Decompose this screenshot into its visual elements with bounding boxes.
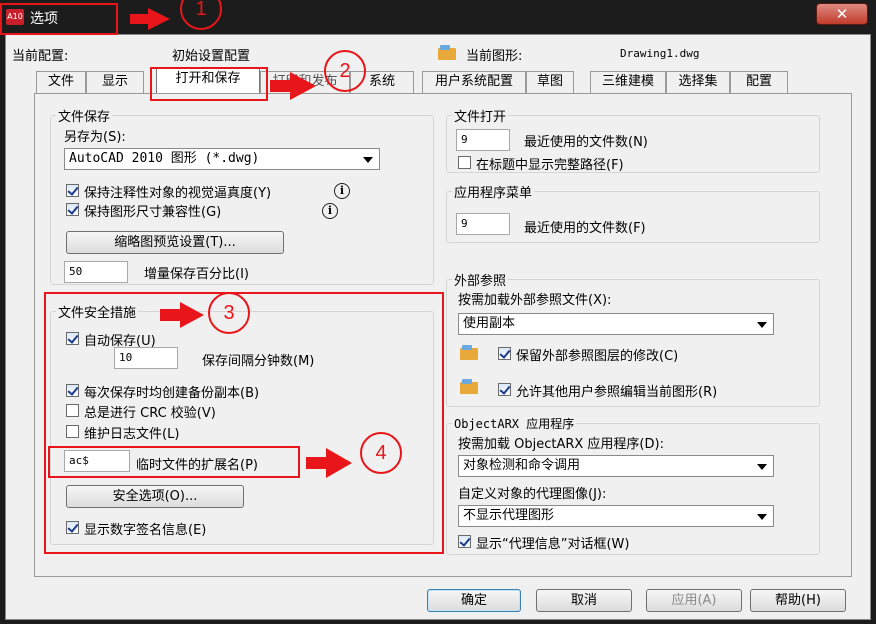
chevron-down-icon: [757, 322, 767, 328]
tab-display[interactable]: 显示: [86, 71, 144, 93]
xref-layer-icon: [460, 345, 478, 360]
cancel-button[interactable]: 取消: [536, 589, 632, 612]
objectarx-title: ObjectARX 应用程序: [452, 415, 577, 432]
full-path-label: 在标题中显示完整路径(F): [476, 158, 624, 173]
xref-edit-icon: [460, 379, 478, 394]
menu-recent-files-input[interactable]: 9: [456, 213, 510, 235]
tab-selection[interactable]: 选择集: [666, 71, 730, 93]
drawing-size-compat-checkbox[interactable]: [66, 203, 79, 216]
proxy-image-value: 不显示代理图形: [463, 508, 555, 523]
tab-drafting[interactable]: 草图: [526, 71, 574, 93]
close-button[interactable]: ✕: [816, 3, 868, 25]
annotation-box-4: [48, 446, 300, 478]
arx-load-value: 对象检测和命令调用: [463, 458, 581, 473]
proxy-image-dropdown[interactable]: 不显示代理图形: [458, 505, 774, 527]
save-as-value: AutoCAD 2010 图形 (*.dwg): [69, 151, 260, 166]
annotation-arrow-4: [306, 448, 352, 478]
file-open-title: 文件打开: [452, 106, 509, 125]
full-path-checkbox[interactable]: [458, 156, 471, 169]
chevron-down-icon: [757, 514, 767, 520]
tab-files[interactable]: 文件: [36, 71, 86, 93]
proxy-image-label: 自定义对象的代理图像(J):: [458, 487, 607, 502]
annotation-circle-2: 2: [324, 50, 366, 92]
recent-files-label: 最近使用的文件数(N): [524, 135, 648, 150]
arx-load-label: 按需加载 ObjectARX 应用程序(D):: [458, 437, 664, 452]
help-button[interactable]: 帮助(H): [750, 589, 846, 612]
drawing-size-compat-label: 保持图形尺寸兼容性(G): [84, 205, 222, 220]
tab-profiles[interactable]: 配置: [730, 71, 788, 93]
annotative-fidelity-checkbox[interactable]: [66, 184, 79, 197]
proxy-dialog-label: 显示“代理信息”对话框(W): [476, 537, 630, 552]
incremental-save-label: 增量保存百分比(I): [144, 267, 249, 282]
current-drawing-value: Drawing1.dwg: [620, 47, 700, 60]
annotation-circle-3: 3: [208, 292, 250, 334]
app-menu-title: 应用程序菜单: [452, 182, 535, 201]
xref-load-label: 按需加载外部参照文件(X):: [458, 293, 612, 308]
xref-load-value: 使用副本: [463, 316, 516, 331]
annotation-circle-4: 4: [360, 432, 402, 474]
annotation-arrow-1: [130, 8, 170, 30]
proxy-dialog-checkbox[interactable]: [458, 535, 471, 548]
current-profile-value: 初始设置配置: [172, 49, 251, 64]
thumbnail-settings-button[interactable]: 缩略图预览设置(T)...: [66, 231, 284, 254]
tab-user-preferences[interactable]: 用户系统配置: [422, 71, 526, 93]
options-dialog: A10 选项 ✕ 当前配置: 初始设置配置 当前图形: Drawing1.dwg…: [0, 0, 876, 624]
info-icon[interactable]: i: [322, 203, 338, 219]
incremental-save-input[interactable]: 50: [64, 261, 128, 283]
recent-files-input[interactable]: 9: [456, 129, 510, 151]
file-save-title: 文件保存: [56, 106, 113, 125]
save-as-label: 另存为(S):: [64, 130, 126, 145]
ok-button[interactable]: 确定: [427, 589, 521, 612]
annotation-arrow-2: [270, 72, 316, 100]
annotation-box-2: [150, 67, 268, 101]
current-profile-label: 当前配置:: [12, 49, 69, 64]
annotation-box-3: [44, 292, 444, 554]
retain-xref-changes-label: 保留外部参照图层的修改(C): [516, 349, 679, 364]
annotative-fidelity-label: 保持注释性对象的视觉逼真度(Y): [84, 186, 272, 201]
tab-3d-modeling[interactable]: 三维建模: [590, 71, 666, 93]
current-drawing-label: 当前图形:: [466, 49, 523, 64]
allow-xref-edit-label: 允许其他用户参照编辑当前图形(R): [516, 385, 718, 400]
xref-load-dropdown[interactable]: 使用副本: [458, 313, 774, 335]
retain-xref-changes-checkbox[interactable]: [498, 347, 511, 360]
menu-recent-files-label: 最近使用的文件数(F): [524, 221, 646, 236]
info-icon[interactable]: i: [334, 183, 350, 199]
chevron-down-icon: [757, 464, 767, 470]
allow-xref-edit-checkbox[interactable]: [498, 383, 511, 396]
arx-load-dropdown[interactable]: 对象检测和命令调用: [458, 455, 774, 477]
save-as-dropdown[interactable]: AutoCAD 2010 图形 (*.dwg): [64, 148, 380, 170]
xref-title: 外部参照: [452, 270, 509, 289]
chevron-down-icon: [363, 157, 373, 163]
apply-button[interactable]: 应用(A): [646, 589, 742, 612]
drawing-icon: [438, 45, 456, 60]
annotation-box-1: [0, 3, 118, 35]
annotation-arrow-3: [160, 302, 204, 328]
